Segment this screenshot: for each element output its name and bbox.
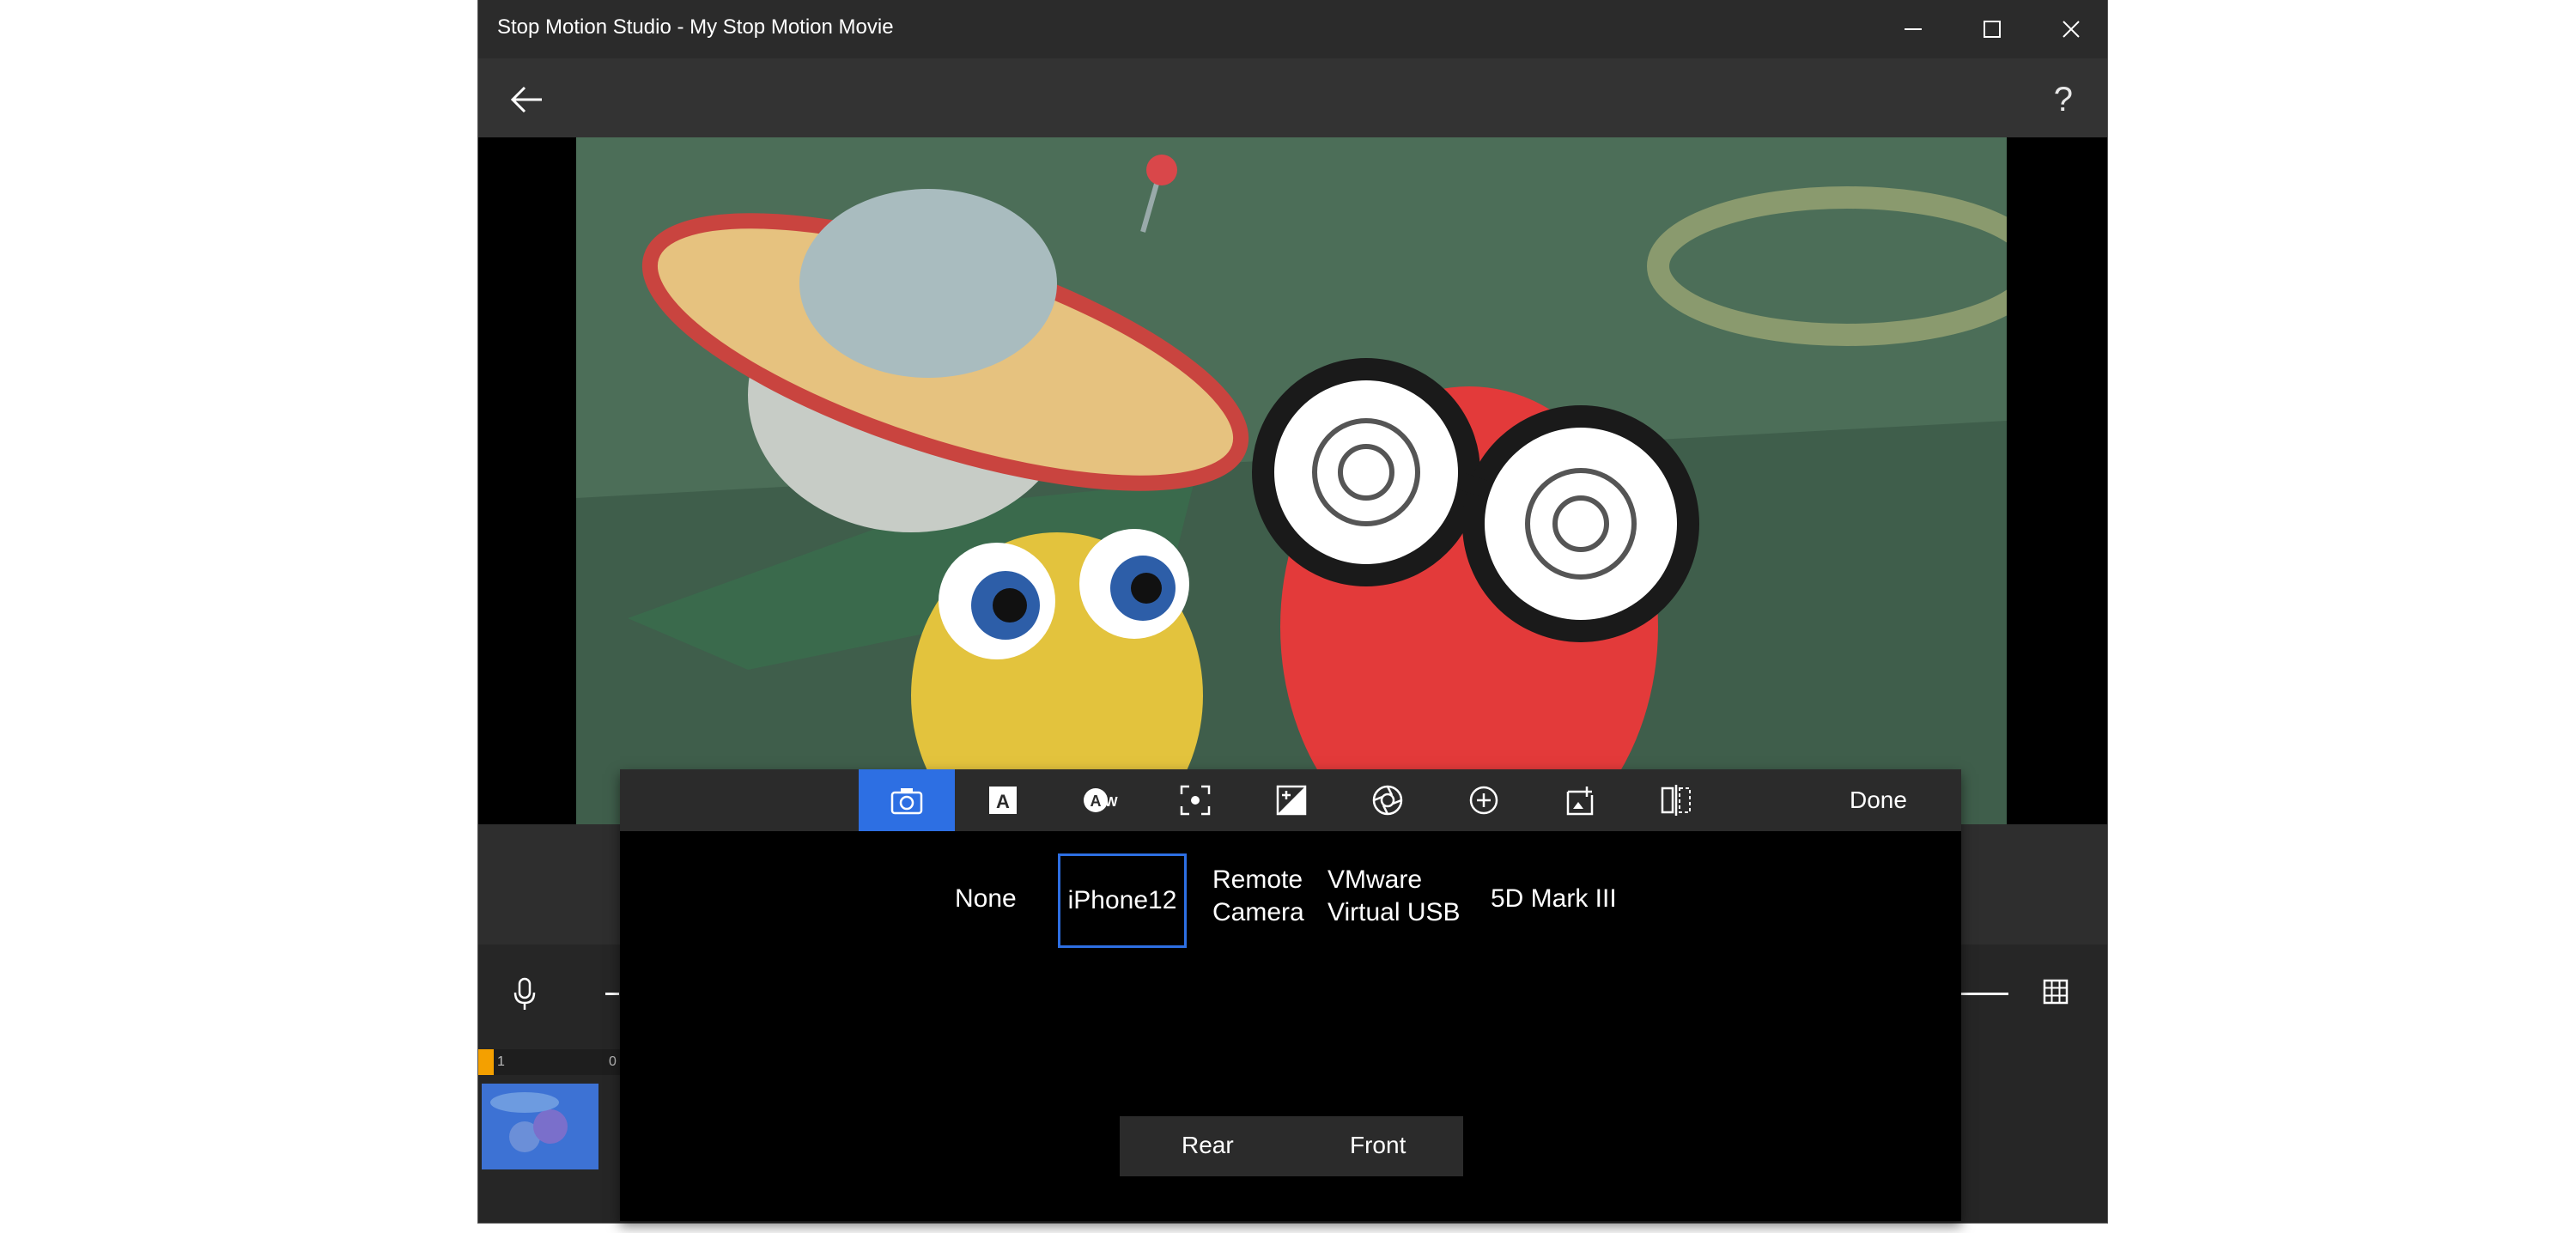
close-button[interactable] (2032, 0, 2107, 58)
auto-focus-text-icon: A (989, 787, 1017, 814)
aperture-icon (1372, 785, 1403, 816)
exposure-icon (1276, 785, 1307, 816)
done-button[interactable]: Done (1850, 787, 1907, 814)
playhead[interactable] (478, 1049, 494, 1075)
camera-icon (890, 788, 923, 815)
grid-toggle-button[interactable] (2043, 979, 2069, 1009)
record-audio-button[interactable] (513, 977, 537, 1016)
tab-zoom[interactable] (1436, 769, 1532, 831)
mirror-icon (1661, 785, 1691, 816)
camera-settings-toolbar: A A W Done (620, 769, 1961, 831)
tab-white-balance[interactable]: A W (1051, 769, 1147, 831)
minimize-icon (1905, 28, 1922, 30)
source-option-vmware-virtual-usb[interactable]: VMware Virtual USB (1327, 864, 1461, 929)
window-title: Stop Motion Studio - My Stop Motion Movi… (497, 15, 894, 39)
zoom-slider[interactable] (1957, 993, 2008, 995)
camera-settings-panel: A A W Done None iPhone12 Remote Camera V… (620, 769, 1961, 1221)
tab-mirror[interactable] (1628, 769, 1724, 831)
back-button[interactable] (509, 84, 544, 115)
import-image-icon (1566, 787, 1594, 816)
timeline-ruler: 1 0 (478, 1049, 633, 1075)
grid-icon (2043, 979, 2069, 1005)
lens-option-front[interactable]: Front (1350, 1132, 1406, 1159)
app-bar: ? (478, 58, 2107, 137)
frame-thumbnail-image (482, 1084, 598, 1169)
frame-thumbnail[interactable] (482, 1084, 598, 1169)
source-option-remote-camera[interactable]: Remote Camera (1212, 864, 1304, 929)
zoom-in-icon (1469, 786, 1498, 815)
svg-text:A: A (1091, 793, 1102, 810)
tab-camera-source[interactable] (859, 769, 955, 831)
tab-aperture[interactable] (1340, 769, 1436, 831)
frame-number: 0 (609, 1054, 617, 1069)
help-button[interactable]: ? (2054, 81, 2073, 119)
slider-left-cap (605, 993, 619, 995)
minimize-button[interactable] (1874, 0, 1953, 58)
source-option-none[interactable]: None (955, 883, 1017, 915)
tab-focus[interactable] (1147, 769, 1243, 831)
timeline[interactable]: 1 0 (478, 1049, 633, 1223)
lens-selector: Rear Front (1120, 1116, 1463, 1176)
arrow-left-icon (510, 86, 542, 113)
svg-text:W: W (1104, 795, 1118, 810)
title-bar: Stop Motion Studio - My Stop Motion Movi… (478, 0, 2107, 58)
source-option-iphone12[interactable]: iPhone12 (1058, 853, 1187, 948)
microphone-icon (513, 977, 536, 1010)
frame-number: 1 (497, 1054, 505, 1069)
focus-frame-icon (1180, 785, 1211, 816)
close-icon (2063, 21, 2080, 38)
white-balance-icon: A W (1084, 788, 1118, 812)
maximize-icon (1984, 21, 2001, 38)
svg-text:A: A (996, 791, 1010, 812)
source-option-5d-mark-iii[interactable]: 5D Mark III (1491, 883, 1617, 915)
maximize-button[interactable] (1953, 0, 2032, 58)
tab-import[interactable] (1532, 769, 1628, 831)
lens-option-rear[interactable]: Rear (1182, 1132, 1234, 1159)
tab-auto-focus[interactable]: A (955, 769, 1051, 831)
camera-preview-area (478, 137, 2107, 943)
tab-exposure[interactable] (1243, 769, 1340, 831)
